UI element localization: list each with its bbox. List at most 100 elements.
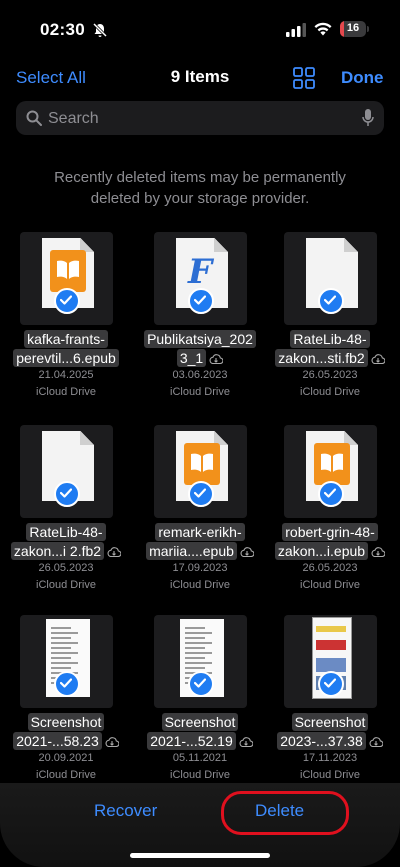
file-name-text: zakon...sti.fb2 xyxy=(275,349,368,367)
file-location: iCloud Drive xyxy=(170,769,230,781)
file-thumbnail xyxy=(20,232,113,325)
checkmark-icon[interactable] xyxy=(54,481,80,507)
file-name-text: Screenshot xyxy=(161,713,239,731)
status-time: 02:30 xyxy=(40,20,85,39)
file-location: iCloud Drive xyxy=(170,386,230,398)
book-icon xyxy=(184,443,220,485)
bottom-toolbar: Recover Delete xyxy=(0,783,400,867)
done-button[interactable]: Done xyxy=(341,68,384,88)
file-item[interactable]: RateLib-48- zakon...i 2.fb2 26.05.2023 iClo… xyxy=(4,425,128,600)
book-icon xyxy=(314,443,350,485)
file-name-line-2: zakon...sti.fb2 xyxy=(268,349,392,367)
file-name-line-1: robert-grin-48- xyxy=(268,523,392,541)
file-name-text: 2023-...37.38 xyxy=(277,732,366,750)
file-name-text: remark-erikh- xyxy=(155,523,245,541)
file-name-text: 3_1 xyxy=(176,349,207,367)
file-date: 26.05.2023 xyxy=(38,562,94,574)
status-bar: 02:30 16 xyxy=(0,0,400,56)
file-name-line-1: Publikatsiya_202 xyxy=(138,330,262,348)
text-line xyxy=(185,637,205,639)
file-date: 26.05.2023 xyxy=(302,369,358,381)
file-name-text: perevtil...6.epub xyxy=(13,349,119,367)
file-name-text: Screenshot xyxy=(291,713,369,731)
recover-button[interactable]: Recover xyxy=(94,801,157,821)
microphone-icon[interactable] xyxy=(362,109,374,127)
text-line xyxy=(51,637,71,639)
file-thumbnail: F xyxy=(154,232,247,325)
text-line xyxy=(185,632,212,634)
file-name-text: robert-grin-48- xyxy=(282,523,378,541)
checkmark-icon[interactable] xyxy=(54,288,80,314)
bell-muted-icon xyxy=(92,22,108,38)
cloud-download-icon xyxy=(206,350,224,366)
navigation-bar: Select All 9 Items Done xyxy=(0,60,400,96)
file-location: iCloud Drive xyxy=(36,769,96,781)
file-name-line-2: mariia....epub xyxy=(138,542,262,560)
file-thumbnail xyxy=(20,615,113,708)
text-line xyxy=(51,652,78,654)
delete-button[interactable]: Delete xyxy=(255,801,304,821)
cloud-download-icon xyxy=(104,543,122,559)
checkmark-icon[interactable] xyxy=(54,671,80,697)
text-line xyxy=(185,662,212,664)
page-title: 9 Items xyxy=(170,67,230,86)
battery-indicator: 16 xyxy=(340,21,366,37)
file-location: iCloud Drive xyxy=(300,769,360,781)
file-name-line-1: Screenshot xyxy=(138,713,262,731)
file-date: 21.04.2025 xyxy=(38,369,94,381)
text-line xyxy=(51,642,78,644)
file-location: iCloud Drive xyxy=(36,386,96,398)
file-item[interactable]: robert-grin-48- zakon...i.epub 26.05.2023 i… xyxy=(268,425,392,600)
file-date: 05.11.2021 xyxy=(172,752,228,764)
checkmark-icon[interactable] xyxy=(318,288,344,314)
file-date: 03.06.2023 xyxy=(172,369,228,381)
file-name-line-2: 3_1 xyxy=(138,349,262,367)
search-icon xyxy=(26,110,42,126)
file-location: iCloud Drive xyxy=(300,386,360,398)
cloud-download-icon xyxy=(368,543,386,559)
cellular-signal-icon xyxy=(286,23,306,37)
checkmark-icon[interactable] xyxy=(188,481,214,507)
checkmark-icon[interactable] xyxy=(188,288,214,314)
file-name-text: 2021-...58.23 xyxy=(13,732,102,750)
page-fold xyxy=(214,238,228,252)
f-letter-icon: F xyxy=(188,252,213,292)
file-name-text: Screenshot xyxy=(27,713,105,731)
text-line xyxy=(185,652,212,654)
file-item[interactable]: remark-erikh-mariia....epub 17.09.2023 iCl… xyxy=(138,425,262,600)
file-thumbnail xyxy=(154,425,247,518)
file-thumbnail xyxy=(20,425,113,518)
file-item[interactable]: Screenshot 2023-...37.38 17.11.2023 iCloud … xyxy=(268,615,392,790)
wifi-icon xyxy=(314,22,332,36)
file-thumbnail xyxy=(284,232,377,325)
text-line xyxy=(51,667,71,669)
file-item[interactable]: Screenshot 2021-...58.23 20.09.2021 iCloud … xyxy=(4,615,128,790)
file-date: 17.09.2023 xyxy=(172,562,228,574)
file-item[interactable]: Screenshot 2021-...52.19 05.11.2021 iCloud … xyxy=(138,615,262,790)
file-name-text: zakon...i.epub xyxy=(274,542,369,560)
file-name-line-1: Screenshot xyxy=(4,713,128,731)
file-name-text: RateLib-48- xyxy=(290,330,370,348)
file-location: iCloud Drive xyxy=(300,579,360,591)
search-bar[interactable] xyxy=(16,101,384,137)
grid-view-icon[interactable] xyxy=(293,67,315,89)
file-name-text: zakon...i 2.fb2 xyxy=(10,542,105,560)
text-line xyxy=(185,627,205,629)
file-location: iCloud Drive xyxy=(170,579,230,591)
cloud-download-icon xyxy=(368,350,385,366)
file-item[interactable]: RateLib-48- zakon...sti.fb2 26.05.2023 iClo… xyxy=(268,232,392,407)
search-input[interactable] xyxy=(46,101,350,137)
checkmark-icon[interactable] xyxy=(318,671,344,697)
checkmark-icon[interactable] xyxy=(188,671,214,697)
checkmark-icon[interactable] xyxy=(318,481,344,507)
file-date: 26.05.2023 xyxy=(302,562,358,574)
file-name-line-2: zakon...i 2.fb2 xyxy=(4,542,128,560)
battery-percent: 16 xyxy=(346,22,360,34)
book-icon xyxy=(50,250,86,292)
file-name-line-1: RateLib-48- xyxy=(268,330,392,348)
cloud-download-icon xyxy=(366,733,383,749)
file-item[interactable]: F Publikatsiya_202 3_1 03.06.2023 iCloud Dri… xyxy=(138,232,262,407)
cloud-download-icon xyxy=(237,543,254,559)
file-date: 20.09.2021 xyxy=(38,752,94,764)
file-item[interactable]: kafka-frants-perevtil...6.epub 21.04.2025… xyxy=(4,232,128,407)
